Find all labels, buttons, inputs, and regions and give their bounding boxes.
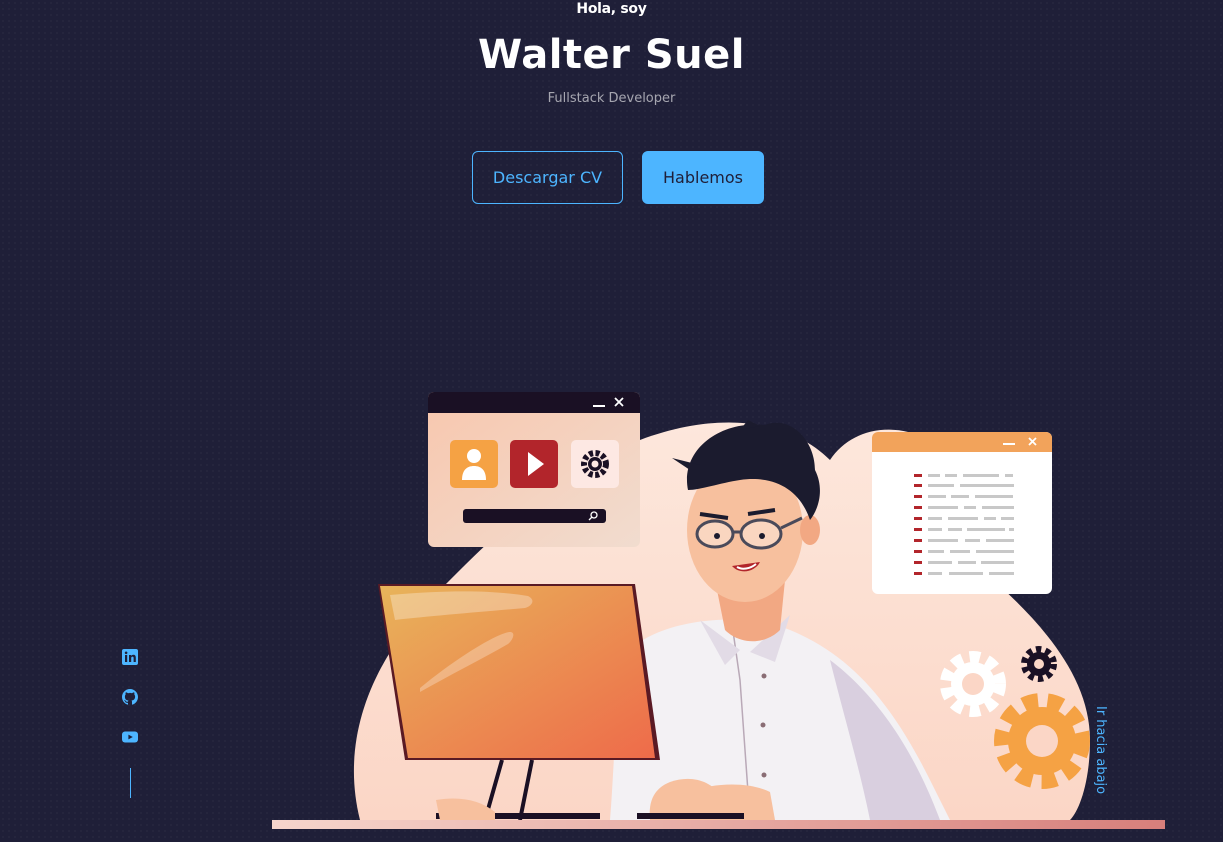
hero-section: Hola, soy Walter Suel Fullstack Develope…: [0, 0, 1223, 842]
lets-talk-button[interactable]: Hablemos: [642, 151, 764, 204]
linkedin-icon[interactable]: [121, 648, 139, 666]
github-icon[interactable]: [121, 688, 139, 706]
developer-illustration: [272, 392, 1165, 829]
social-links: [121, 648, 141, 768]
desk-illustration: [272, 820, 1165, 829]
social-divider-line: [130, 768, 131, 798]
greeting-text: Hola, soy: [576, 1, 647, 17]
app-window-illustration: [428, 392, 640, 547]
download-cv-button[interactable]: Descargar CV: [472, 151, 623, 204]
youtube-icon[interactable]: [121, 728, 139, 746]
page-title: Walter Suel: [478, 32, 745, 78]
role-subtitle: Fullstack Developer: [547, 91, 676, 106]
code-window-illustration: [872, 432, 1052, 594]
